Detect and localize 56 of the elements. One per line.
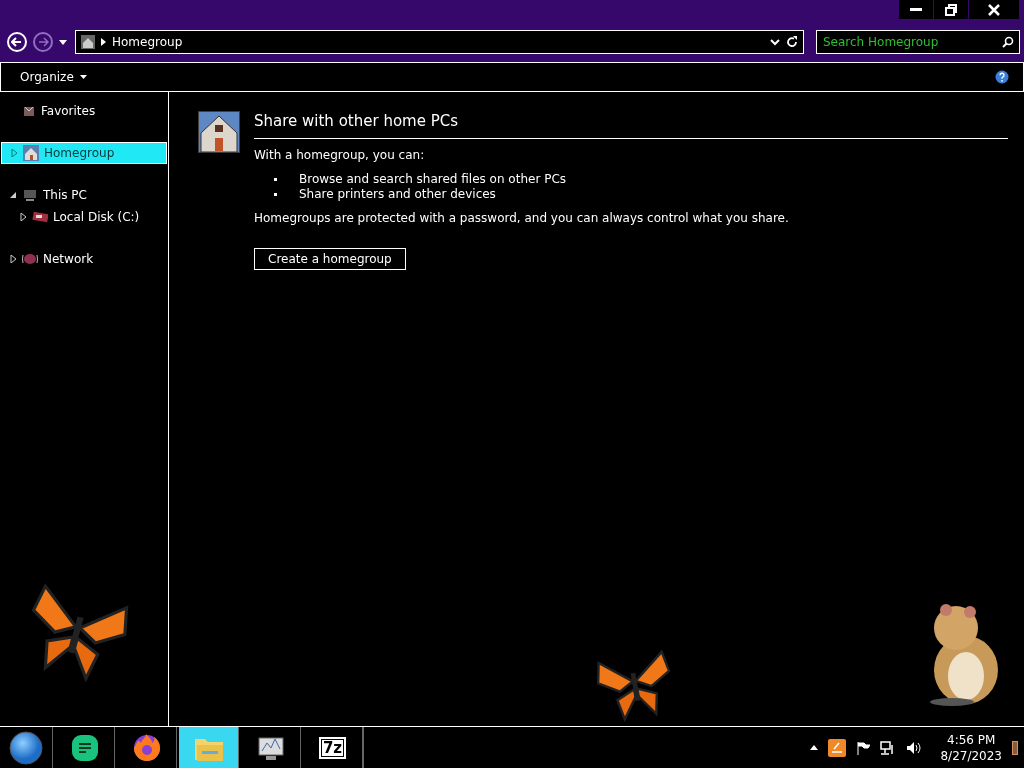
clock[interactable]: 4:56 PM 8/27/2023 (940, 731, 1002, 764)
organize-menu[interactable]: Organize (18, 68, 89, 86)
search-field[interactable]: Search Homegroup (816, 30, 1020, 54)
house-icon (23, 145, 39, 161)
tree-item[interactable]: This PC (1, 184, 167, 206)
tree-label: This PC (43, 188, 87, 202)
bullet-text: Browse and search shared files on other PCs (299, 172, 567, 187)
restore-icon (945, 3, 957, 16)
close-button[interactable] (969, 0, 1019, 19)
tree-label: Homegroup (44, 146, 115, 160)
clock-time: 4:56 PM (947, 731, 996, 748)
house-icon (81, 35, 95, 49)
note-text: Homegroups are protected with a password, and you can always control what you share. (254, 211, 790, 225)
forward-arrow-icon (37, 36, 49, 48)
back-arrow-icon (11, 36, 23, 48)
favorites-icon (22, 104, 36, 118)
dropdown-caret-icon[interactable] (59, 39, 67, 45)
app-tray-icon[interactable] (828, 738, 847, 757)
start-orb-icon (9, 730, 43, 765)
address-text: Homegroup (112, 35, 184, 49)
archiver-logo: 7z (318, 736, 347, 759)
fox-browser-icon (131, 732, 162, 763)
network-icon (22, 251, 38, 267)
chevron-down-icon[interactable] (770, 38, 780, 46)
help-icon[interactable] (995, 70, 1009, 84)
bullet-text: Share printers and other devices (299, 187, 496, 202)
tree-label: Favorites (41, 104, 96, 118)
tree-item[interactable]: Homegroup (1, 142, 167, 164)
minimize-button[interactable] (899, 0, 933, 19)
tree-label: Local Disk (C:) (53, 210, 140, 224)
show-desktop-icon[interactable] (1012, 740, 1018, 755)
tree-item[interactable]: Network (1, 248, 167, 270)
forward-button[interactable] (33, 32, 53, 52)
clock-date: 8/27/2023 (940, 747, 1002, 764)
computer-icon (22, 187, 38, 203)
caret-icon (79, 75, 87, 79)
close-icon (988, 3, 1000, 16)
chevron-right-icon (101, 38, 106, 46)
search-icon[interactable] (1002, 36, 1014, 48)
speaker-icon[interactable] (906, 740, 923, 755)
notes-app-icon (70, 733, 99, 762)
expanded-triangle-icon[interactable] (9, 191, 17, 199)
back-button[interactable] (7, 32, 27, 52)
create-homegroup-button[interactable]: Create a homegroup (254, 248, 406, 270)
house-icon (198, 111, 240, 153)
tree-item[interactable]: Favorites (1, 100, 167, 122)
intro-text: With a homegroup, you can: (254, 148, 426, 162)
refresh-icon[interactable] (786, 36, 798, 48)
restore-button[interactable] (934, 0, 968, 19)
tree-item[interactable]: Local Disk (C:) (1, 206, 167, 228)
section-heading: Share with other home PCs (254, 112, 1008, 139)
show-hidden-icons-icon[interactable] (810, 745, 819, 750)
address-bar[interactable]: Homegroup (75, 30, 804, 54)
tree-label: Network (43, 252, 94, 266)
flag-icon[interactable] (856, 740, 871, 755)
minimize-icon (910, 8, 922, 11)
